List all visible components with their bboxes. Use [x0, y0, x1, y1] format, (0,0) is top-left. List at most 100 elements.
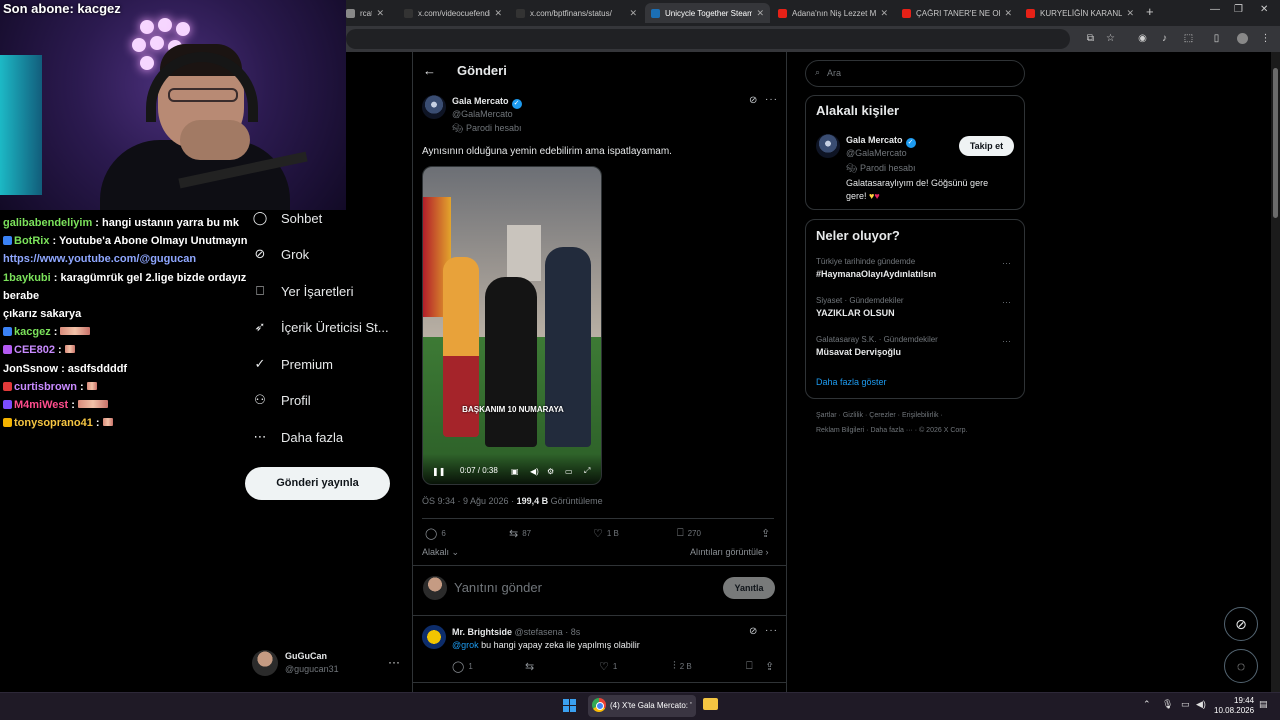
tab-close-icon[interactable]: ✕: [376, 8, 384, 19]
browser-tab[interactable]: x.com/bptfinans/status/ ✕: [510, 3, 643, 23]
grok-fab-icon[interactable]: ⊘: [1224, 607, 1258, 641]
reply-button[interactable]: Yanıtla: [723, 577, 775, 599]
grok-explain-icon[interactable]: ⊘: [749, 626, 757, 637]
tweet-author-handle[interactable]: @GalaMercato: [452, 109, 513, 119]
account-avatar[interactable]: [252, 650, 278, 676]
tab-close-icon[interactable]: ✕: [494, 8, 502, 19]
reply-views-action[interactable]: ⫶ 2 B: [673, 660, 692, 673]
reply-share-action[interactable]: ⇪: [765, 660, 778, 673]
view-quotes-link[interactable]: Alıntıları görüntüle ›: [690, 547, 769, 557]
reply-bookmark-action[interactable]: ⎕: [746, 660, 757, 673]
messages-fab-icon[interactable]: ◌: [1224, 649, 1258, 683]
picture-in-picture-icon[interactable]: ▭: [565, 467, 573, 476]
related-person-handle[interactable]: @GalaMercato: [846, 148, 907, 158]
bookmark-action[interactable]: ⎕ 270: [677, 527, 701, 540]
chat-text: hangi ustanın yarra bu mk: [102, 217, 239, 229]
browser-tab[interactable]: ÇAĞRI TANER'E NE OLD ✕: [896, 3, 1018, 23]
extension-audio-icon[interactable]: ♪: [1159, 33, 1170, 44]
reply-repost-action[interactable]: ⇆: [525, 660, 538, 673]
tab-close-icon[interactable]: ✕: [880, 8, 888, 19]
scrollbar-thumb[interactable]: [1273, 68, 1278, 218]
fullscreen-icon[interactable]: ⤢: [584, 466, 590, 476]
reply-input[interactable]: Yanıtını gönder: [454, 580, 542, 595]
follow-button[interactable]: Takip et: [959, 136, 1014, 156]
settings-icon[interactable]: ⚙: [547, 467, 554, 476]
new-tab-icon[interactable]: +: [1146, 4, 1154, 19]
reply-action[interactable]: ◯ 6: [425, 527, 446, 540]
chat-username[interactable]: BotRix: [14, 235, 49, 247]
chat-username[interactable]: CEE802: [14, 344, 55, 356]
trend-name[interactable]: #HaymanaOlayıAydınlatılsın: [816, 269, 936, 279]
chat-username[interactable]: kacgez: [14, 326, 51, 338]
footer-links[interactable]: Şartlar · Gizlilik · Çerezler · Erişileb…: [816, 412, 943, 419]
reply-more-icon[interactable]: ···: [765, 625, 778, 636]
reply-like-action[interactable]: ♡ 1: [599, 660, 617, 673]
trend-more-icon[interactable]: ···: [1002, 297, 1011, 307]
chat-username[interactable]: curtisbrown: [14, 381, 77, 393]
footer-links-2[interactable]: Reklam Bilgileri · Daha fazla ··· · © 20…: [816, 427, 967, 434]
share-action[interactable]: ⇪: [761, 527, 774, 540]
tab-close-icon[interactable]: ✕: [1004, 8, 1012, 19]
grok-explain-icon[interactable]: ⊘: [749, 95, 757, 106]
notifications-icon[interactable]: ▤: [1259, 699, 1268, 710]
tab-close-icon[interactable]: ✕: [629, 8, 637, 19]
bookmark-star-icon[interactable]: ☆: [1105, 33, 1116, 44]
tweet-more-icon[interactable]: ···: [765, 94, 778, 105]
pause-icon[interactable]: ❚❚: [432, 467, 445, 476]
reply-author[interactable]: Mr. Brightside @stefasena · 8s: [452, 627, 580, 637]
browser-tab[interactable]: x.com/videocuefendi/sta ✕: [398, 3, 508, 23]
trend-more-icon[interactable]: ···: [1002, 258, 1011, 268]
trend-name[interactable]: YAZIKLAR OLSUN: [816, 308, 895, 318]
browser-tab[interactable]: Adana'nın Niş Lezzet Me ✕: [772, 3, 894, 23]
post-button[interactable]: Gönderi yayınla: [245, 467, 390, 500]
close-window-icon[interactable]: ✕: [1260, 4, 1268, 15]
tray-chevron-icon[interactable]: ⌃: [1143, 699, 1151, 710]
incognito-icon[interactable]: ◉: [1137, 33, 1148, 44]
related-person-avatar[interactable]: [816, 134, 840, 158]
reply-reply-action[interactable]: ◯ 1: [452, 660, 473, 673]
back-arrow-icon[interactable]: ←: [423, 63, 436, 78]
extensions-icon[interactable]: ⬚: [1183, 33, 1194, 44]
microphone-icon[interactable]: 🎙︎: [1162, 699, 1173, 710]
address-bar[interactable]: [346, 29, 1070, 49]
chat-username[interactable]: 1baykubi: [3, 272, 51, 284]
show-more-link[interactable]: Daha fazla göster: [816, 377, 887, 387]
search-icon: ⌕: [815, 67, 821, 77]
repost-action[interactable]: ⇆ 87: [509, 527, 531, 540]
minimize-icon[interactable]: —: [1210, 4, 1220, 15]
tweet-video[interactable]: BAŞKANIM 10 NUMARAYA ❚❚ 0:07 / 0:38 ▣ ◀)…: [422, 166, 602, 485]
file-explorer-icon[interactable]: [703, 698, 718, 710]
network-icon[interactable]: ▭: [1181, 699, 1190, 710]
windows-start-icon[interactable]: [563, 699, 576, 712]
chat-text[interactable]: https://www.youtube.com/@gugucan: [3, 253, 196, 265]
taskbar-clock[interactable]: 19:44 10.08.2026: [1214, 696, 1254, 716]
browser-menu-icon[interactable]: ⋮: [1260, 33, 1271, 44]
chat-username[interactable]: tonysoprano41: [14, 417, 93, 429]
tab-title: Adana'nın Niş Lezzet Me: [792, 8, 877, 18]
chat-username[interactable]: galibabendeliyim: [3, 217, 92, 229]
install-icon[interactable]: ⧉: [1085, 33, 1096, 44]
trend-more-icon[interactable]: ···: [1002, 336, 1011, 346]
chat-username[interactable]: JonSsnow: [3, 363, 58, 375]
browser-tab[interactable]: KURYELİĞİN KARANLIK ✕: [1020, 3, 1140, 23]
browser-tab[interactable]: rcat ✕: [340, 3, 390, 23]
account-name[interactable]: GuGuCan: [285, 651, 327, 661]
maximize-icon[interactable]: ❐: [1234, 4, 1243, 15]
captions-icon[interactable]: ▣: [511, 467, 519, 476]
chat-username[interactable]: M4miWest: [14, 399, 68, 411]
volume-icon[interactable]: ◀): [530, 467, 539, 476]
sidebar-icon[interactable]: ▯: [1211, 33, 1222, 44]
related-person-name[interactable]: Gala Mercato ✓: [846, 135, 916, 148]
volume-tray-icon[interactable]: ◀): [1196, 699, 1206, 710]
reply-author-avatar[interactable]: [422, 625, 446, 649]
like-action[interactable]: ♡ 1 B: [593, 527, 619, 540]
account-more-icon[interactable]: ···: [388, 655, 400, 669]
related-dropdown[interactable]: Alakalı ⌄: [422, 547, 459, 558]
tab-close-icon[interactable]: ✕: [1126, 8, 1134, 19]
tweet-author-name[interactable]: Gala Mercato ✓: [452, 96, 522, 109]
trend-name[interactable]: Müsavat Dervişoğlu: [816, 347, 901, 357]
tab-close-icon[interactable]: ✕: [756, 8, 764, 19]
tweet-author-avatar[interactable]: [422, 95, 446, 119]
browser-tab[interactable]: Unicycle Together Steam ✕: [645, 3, 770, 23]
profile-avatar-icon[interactable]: [1237, 33, 1248, 44]
